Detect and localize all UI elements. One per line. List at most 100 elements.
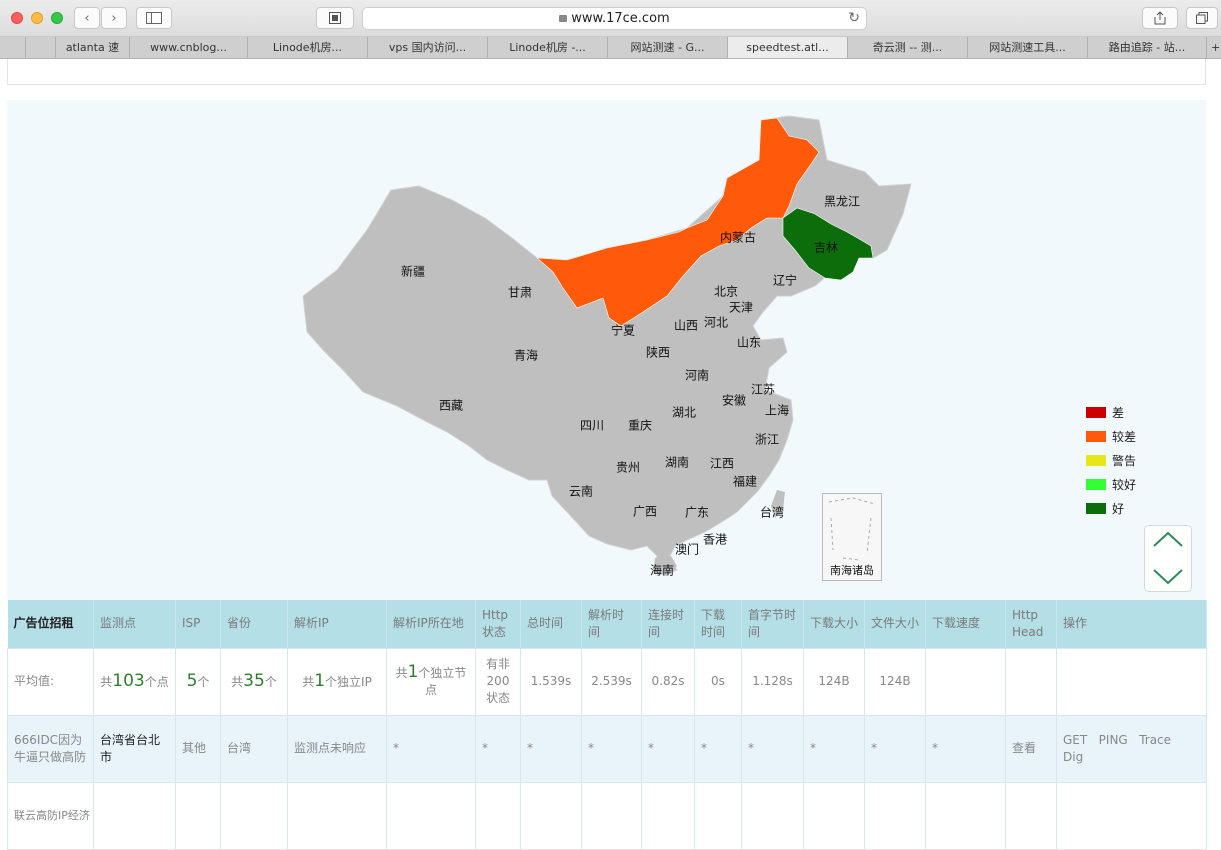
legend-item-poor: 较差 — [1086, 424, 1136, 448]
ad-link-2[interactable]: 联云高防IP经济 — [7, 781, 94, 850]
province-label[interactable]: 陕西 — [646, 344, 670, 361]
province-label[interactable]: 青海 — [514, 347, 538, 364]
cell-monitor: 台湾省台北市 — [93, 714, 176, 783]
province-label[interactable]: 浙江 — [755, 431, 779, 448]
province-label[interactable]: 吉林 — [814, 239, 838, 256]
province-label[interactable]: 黑龙江 — [824, 193, 860, 210]
col-monitor: 监测点 — [93, 600, 176, 648]
province-label[interactable]: 广东 — [685, 504, 709, 521]
scroll-arrows — [1153, 531, 1183, 585]
province-label[interactable]: 台湾 — [760, 504, 784, 521]
province-label[interactable]: 安徽 — [722, 392, 746, 409]
province-label[interactable]: 山东 — [737, 334, 761, 351]
col-connect-time: 连接时间 — [641, 600, 695, 648]
tab-qiyunce[interactable]: 奇云测 -- 测... — [848, 37, 968, 58]
ping-link[interactable]: PING — [1099, 733, 1128, 747]
close-window-button[interactable] — [11, 12, 23, 24]
province-label[interactable]: 山西 — [674, 317, 698, 334]
avg-download-time: 0s — [694, 647, 742, 716]
tab-linode-2[interactable]: Linode机房 -... — [488, 37, 608, 58]
avg-ip-location: 共1个独立节点 — [386, 647, 476, 716]
tab-linode-1[interactable]: Linode机房... — [248, 37, 368, 58]
back-button[interactable]: ‹ — [74, 7, 100, 29]
zoom-window-button[interactable] — [51, 12, 63, 24]
cell-star: * — [925, 714, 1006, 783]
province-label[interactable]: 江苏 — [751, 381, 775, 398]
avg-total-time: 1.539s — [520, 647, 582, 716]
chevron-up-icon[interactable] — [1153, 531, 1183, 547]
province-label[interactable]: 北京 — [714, 283, 738, 300]
empty-cell — [93, 781, 176, 850]
province-label[interactable]: 天津 — [729, 299, 753, 316]
avg-file-size: 124B — [864, 647, 926, 716]
empty-cell — [581, 781, 642, 850]
get-link[interactable]: GET — [1063, 733, 1087, 747]
tab-speedtest-tool[interactable]: 网站测速工具... — [968, 37, 1088, 58]
province-label[interactable]: 西藏 — [439, 397, 463, 414]
avg-text: 个独立IP — [325, 674, 372, 689]
reader-button[interactable] — [316, 7, 354, 29]
col-http-head: Http Head — [1005, 600, 1057, 648]
scroll-down-button[interactable] — [1153, 569, 1183, 585]
tab-speedtest-atl[interactable]: speedtest.atl... — [728, 37, 848, 58]
tabs-overview-button[interactable] — [1186, 7, 1218, 29]
reader-icon — [329, 12, 341, 24]
avg-monitor-count: 103 — [112, 670, 145, 691]
legend-label: 警告 — [1112, 453, 1137, 468]
province-label[interactable]: 云南 — [569, 483, 593, 500]
cell-ip: 监测点未响应 — [287, 714, 387, 783]
cell-star: * — [741, 714, 804, 783]
avg-text: 个点 — [144, 674, 169, 689]
tab-route-trace[interactable]: 路由追踪 - 站... — [1088, 37, 1207, 58]
province-label[interactable]: 贵州 — [616, 459, 640, 476]
province-label[interactable]: 湖北 — [672, 404, 696, 421]
province-label[interactable]: 湖南 — [665, 454, 689, 471]
province-label[interactable]: 河北 — [704, 314, 728, 331]
province-label[interactable]: 福建 — [733, 473, 757, 490]
cell-star: * — [520, 714, 582, 783]
avg-label: 平均值: — [7, 647, 94, 716]
reload-icon[interactable]: ↻ — [848, 8, 860, 29]
tab-cnblogs[interactable]: www.cnblog... — [130, 37, 248, 58]
avg-location-count: 1 — [407, 662, 419, 682]
tab-pinned-1[interactable] — [0, 37, 26, 58]
province-label[interactable]: 辽宁 — [773, 272, 797, 289]
province-label[interactable]: 内蒙古 — [720, 229, 756, 246]
legend-swatch — [1086, 406, 1106, 418]
province-label[interactable]: 上海 — [765, 402, 789, 419]
view-head-link[interactable]: 查看 — [1005, 714, 1057, 783]
avg-ip: 共1个独立IP — [287, 647, 387, 716]
province-label[interactable]: 香港 — [703, 531, 727, 548]
table-header-row: 广告位招租 监测点 ISP 省份 解析IP 解析IP所在地 Http状态 总时间… — [7, 600, 1207, 648]
share-button[interactable] — [1142, 7, 1178, 29]
province-label[interactable]: 海南 — [650, 562, 674, 579]
province-label[interactable]: 广西 — [633, 503, 657, 520]
province-label[interactable]: 重庆 — [628, 417, 652, 434]
new-tab-button[interactable]: + — [1207, 37, 1221, 58]
avg-text: 个 — [264, 674, 277, 689]
province-label[interactable]: 新疆 — [401, 263, 425, 280]
forward-button[interactable]: › — [101, 7, 127, 29]
col-dns-time: 解析时间 — [581, 600, 642, 648]
col-download-speed: 下载速度 — [925, 600, 1006, 648]
dig-link[interactable]: Dig — [1063, 750, 1083, 764]
province-label[interactable]: 澳门 — [675, 541, 699, 558]
sidebar-button[interactable] — [136, 7, 172, 29]
tab-speedtest-g[interactable]: 网站测速 - G... — [608, 37, 728, 58]
province-label[interactable]: 四川 — [580, 417, 604, 434]
province-label[interactable]: 甘肃 — [508, 284, 532, 301]
trace-link[interactable]: Trace — [1139, 733, 1171, 747]
ad-link[interactable]: 666IDC因为牛逼只做高防 — [7, 714, 94, 783]
tab-pinned-2[interactable] — [26, 37, 56, 58]
province-label[interactable]: 宁夏 — [611, 322, 635, 339]
province-label[interactable]: 河南 — [685, 367, 709, 384]
tab-vps[interactable]: vps 国内访问... — [368, 37, 488, 58]
scroll-up-button[interactable] — [1153, 531, 1183, 547]
address-bar[interactable]: www.17ce.com ↻ — [362, 7, 867, 30]
tab-atlanta[interactable]: atlanta 速 — [56, 37, 130, 58]
province-label[interactable]: 江西 — [710, 455, 734, 472]
minimize-window-button[interactable] — [31, 12, 43, 24]
legend-swatch — [1086, 502, 1106, 514]
chevron-down-icon[interactable] — [1153, 569, 1183, 585]
legend-item-good: 好 — [1086, 496, 1136, 520]
